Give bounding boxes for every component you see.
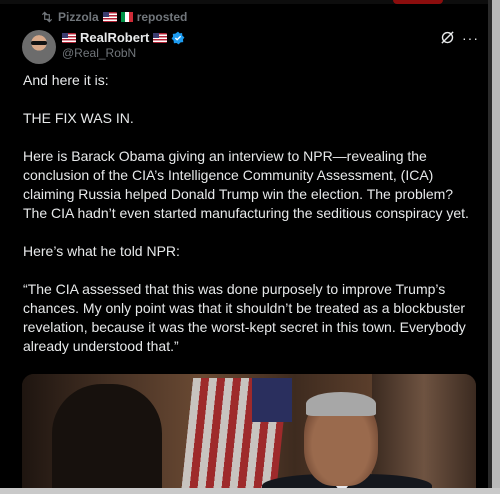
- reposter-name[interactable]: Pizzola: [58, 10, 99, 24]
- video-subject-hair: [306, 392, 376, 416]
- tweet-video-media[interactable]: [22, 374, 476, 494]
- video-flag-canton: [252, 378, 292, 422]
- italy-flag-icon: [120, 12, 133, 22]
- author-name-row[interactable]: RealRobert: [62, 30, 185, 45]
- video-interviewer-silhouette: [52, 384, 162, 494]
- window-right-border: [492, 0, 500, 494]
- author-handle[interactable]: @Real_RobN: [62, 46, 136, 60]
- repost-label: reposted: [136, 10, 188, 24]
- author-display-name[interactable]: RealRobert: [80, 30, 149, 45]
- window-bottom-border: [0, 488, 500, 494]
- us-flag-icon: [153, 32, 168, 43]
- us-flag-icon: [62, 32, 76, 43]
- us-flag-icon: [102, 12, 117, 22]
- tweet-paragraph: Here is Barack Obama giving an interview…: [23, 148, 469, 221]
- repost-indicator[interactable]: Pizzola reposted: [40, 10, 187, 24]
- avatar[interactable]: [22, 30, 56, 64]
- verified-badge-icon: [171, 31, 185, 44]
- tweet-paragraph: THE FIX WAS IN.: [23, 110, 134, 126]
- tweet-text: And here it is: THE FIX WAS IN. Here is …: [23, 71, 475, 375]
- repost-icon: [41, 11, 53, 23]
- tweet-paragraph: “The CIA assessed that this was done pur…: [23, 281, 466, 354]
- tweet-paragraph: And here it is:: [23, 72, 109, 88]
- grok-icon[interactable]: [440, 30, 455, 45]
- tweet-paragraph: Here’s what he told NPR:: [23, 243, 180, 259]
- window-close-button[interactable]: [393, 0, 443, 4]
- more-icon[interactable]: ···: [462, 30, 479, 46]
